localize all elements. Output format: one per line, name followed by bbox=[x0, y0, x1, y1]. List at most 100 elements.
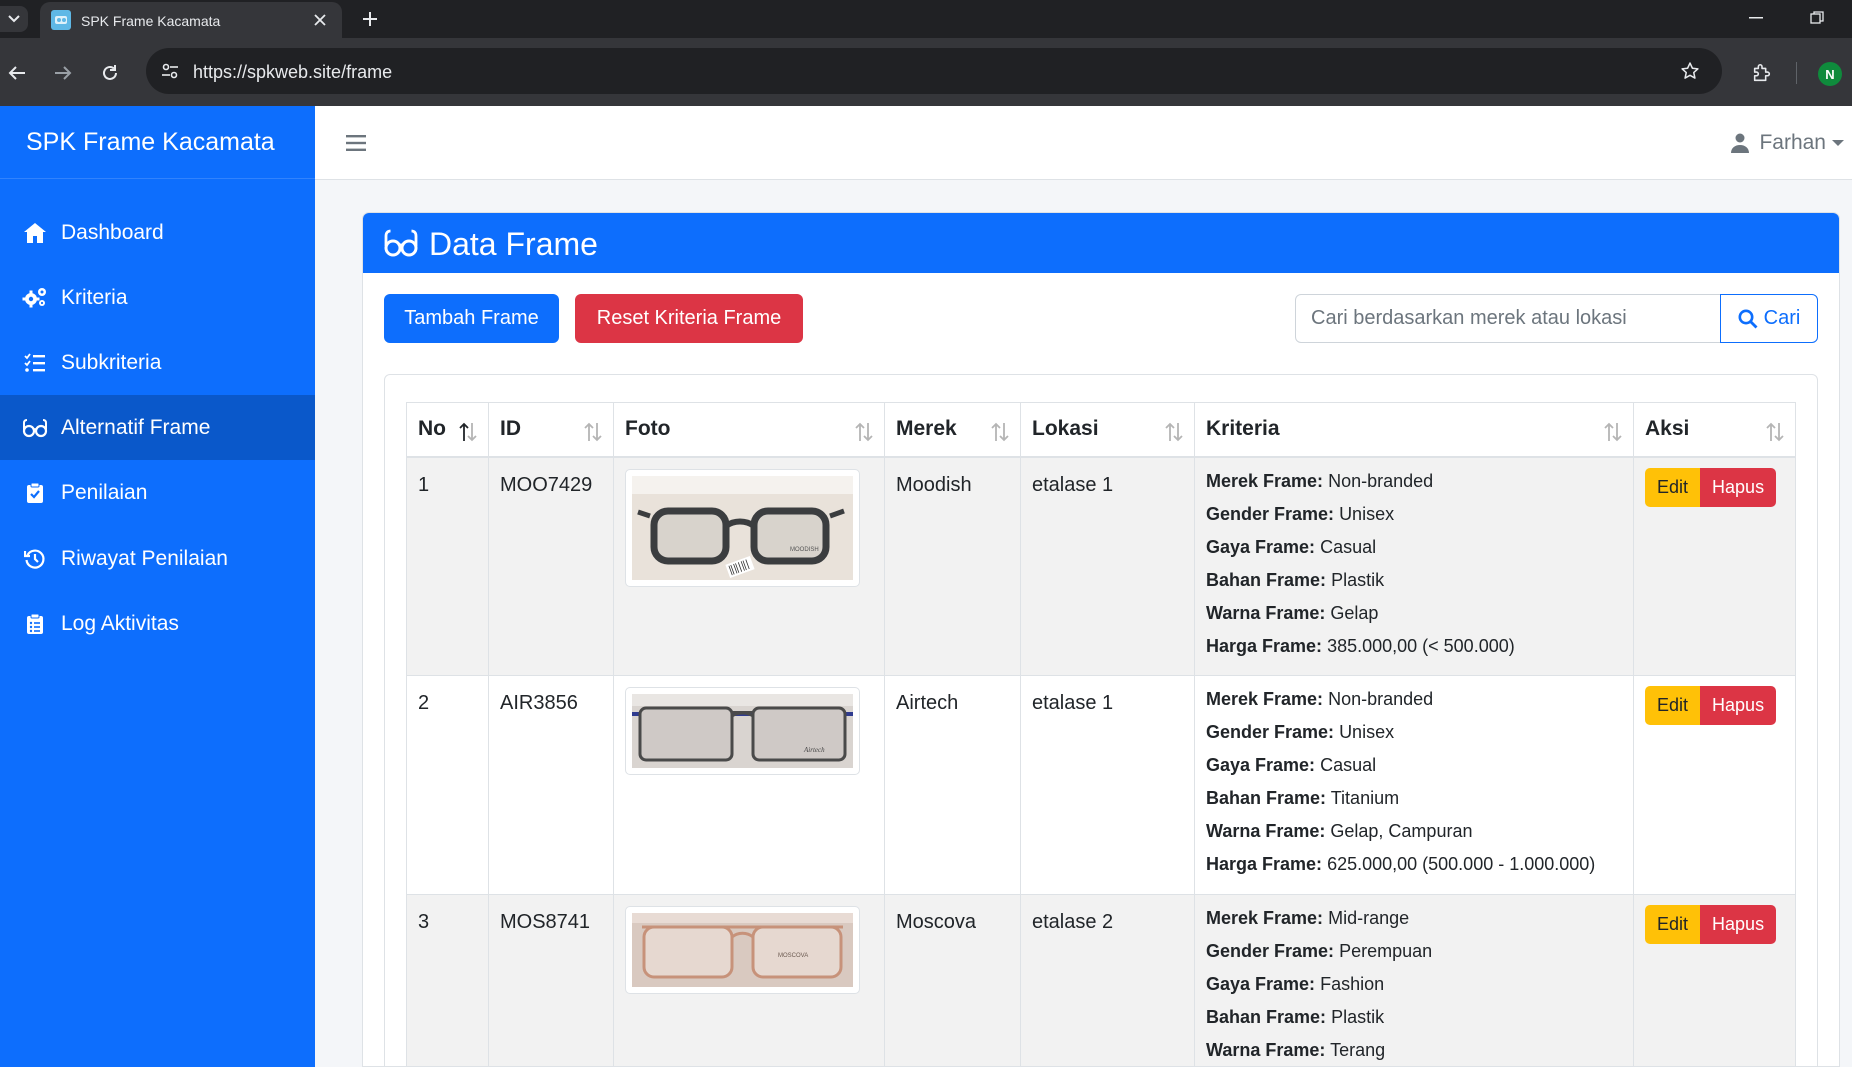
reload-button[interactable] bbox=[96, 59, 124, 87]
search-button-label: Cari bbox=[1763, 307, 1801, 329]
eyeglasses-photo: Airtech bbox=[632, 694, 853, 768]
delete-button[interactable]: Hapus bbox=[1700, 905, 1777, 944]
profile-avatar[interactable]: N bbox=[1818, 62, 1842, 86]
extensions-button[interactable] bbox=[1748, 59, 1776, 87]
criteria-line: Gender Frame: Perempuan bbox=[1206, 941, 1433, 961]
cell-lokasi: etalase 1 bbox=[1020, 456, 1195, 676]
delete-button[interactable]: Hapus bbox=[1700, 467, 1777, 507]
criteria-line: Harga Frame: 625.000,00 (500.000 - 1.000… bbox=[1206, 854, 1596, 874]
table-row: 3 MOS8741 MOSCOVA Moscova etalase 2 Mere… bbox=[406, 894, 1796, 1066]
sidebar-item-subkriteria[interactable]: Subkriteria bbox=[0, 330, 315, 395]
top-navbar: Farhan bbox=[315, 106, 1852, 180]
table-container: No ID Foto Merek Lokasi Kriteria Aksi 1 … bbox=[384, 374, 1818, 1066]
sort-icon bbox=[855, 422, 873, 442]
criteria-line: Merek Frame: Non-branded bbox=[1206, 470, 1434, 491]
address-bar[interactable]: https://spkweb.site/frame bbox=[146, 48, 1722, 94]
cell-aksi: Edit Hapus bbox=[1633, 894, 1796, 1066]
add-frame-button[interactable]: Tambah Frame bbox=[384, 294, 559, 343]
search-input[interactable] bbox=[1295, 294, 1721, 343]
window-minimize-button[interactable] bbox=[1744, 8, 1768, 28]
cell-lokasi: etalase 1 bbox=[1020, 675, 1195, 895]
gears-icon bbox=[22, 285, 48, 311]
column-header-merek[interactable]: Merek bbox=[884, 402, 1021, 458]
search-button[interactable]: Cari bbox=[1720, 294, 1818, 343]
tab-close-button[interactable] bbox=[310, 10, 330, 30]
user-name: Farhan bbox=[1759, 131, 1826, 154]
cell-merek: Airtech bbox=[884, 675, 1021, 895]
sidebar-item-label: Alternatif Frame bbox=[61, 415, 211, 439]
back-button[interactable] bbox=[3, 59, 31, 87]
new-tab-button[interactable] bbox=[358, 7, 382, 31]
sort-icon bbox=[991, 422, 1009, 442]
browser-toolbar: https://spkweb.site/frame N bbox=[0, 38, 1852, 106]
cell-no: 3 bbox=[406, 894, 489, 1066]
forward-button[interactable] bbox=[49, 59, 77, 87]
column-header-id[interactable]: ID bbox=[488, 402, 614, 458]
criteria-line: Bahan Frame: Plastik bbox=[1206, 1007, 1385, 1027]
sidebar-item-alternatif-frame[interactable]: Alternatif Frame bbox=[0, 395, 315, 460]
frame-photo[interactable]: MOODISH bbox=[625, 468, 860, 587]
criteria-line: Gaya Frame: Casual bbox=[1206, 536, 1377, 557]
column-header-no[interactable]: No bbox=[406, 402, 489, 458]
column-header-aksi[interactable]: Aksi bbox=[1633, 402, 1796, 458]
frame-table: No ID Foto Merek Lokasi Kriteria Aksi 1 … bbox=[406, 402, 1796, 1066]
close-icon bbox=[314, 14, 326, 26]
table-header-row: No ID Foto Merek Lokasi Kriteria Aksi bbox=[406, 402, 1796, 458]
minimize-icon bbox=[1749, 17, 1763, 19]
site-info-button[interactable] bbox=[156, 57, 184, 85]
bookmark-button[interactable] bbox=[1678, 59, 1702, 83]
cell-aksi: Edit Hapus bbox=[1633, 675, 1796, 895]
sidebar-item-penilaian[interactable]: Penilaian bbox=[0, 460, 315, 525]
favicon-icon bbox=[51, 10, 71, 30]
frame-photo[interactable]: MOSCOVA bbox=[625, 906, 860, 994]
criteria-line: Gender Frame: Unisex bbox=[1206, 503, 1395, 524]
sidebar-item-label: Kriteria bbox=[61, 285, 128, 309]
cell-id: MOO7429 bbox=[488, 456, 614, 676]
column-header-kriteria[interactable]: Kriteria bbox=[1194, 402, 1634, 458]
tune-icon bbox=[162, 63, 178, 79]
delete-button[interactable]: Hapus bbox=[1700, 686, 1777, 725]
criteria-line: Warna Frame: Gelap, Campuran bbox=[1206, 821, 1473, 841]
sidebar-item-kriteria[interactable]: Kriteria bbox=[0, 265, 315, 330]
card-header: Data Frame bbox=[363, 213, 1839, 273]
clipboard-list-icon bbox=[22, 611, 48, 637]
restore-icon bbox=[1810, 11, 1824, 24]
user-dropdown[interactable]: Farhan bbox=[1731, 128, 1844, 158]
cell-no: 2 bbox=[406, 675, 489, 895]
menu-toggle-button[interactable] bbox=[343, 130, 369, 156]
sidebar-item-log-aktivitas[interactable]: Log Aktivitas bbox=[0, 591, 315, 656]
data-frame-card: Data Frame Tambah Frame Reset Kriteria F… bbox=[362, 212, 1840, 1067]
svg-text:Airtech: Airtech bbox=[803, 746, 825, 754]
sidebar-item-label: Log Aktivitas bbox=[61, 611, 179, 635]
criteria-line: Gaya Frame: Fashion bbox=[1206, 974, 1385, 994]
sidebar-brand[interactable]: SPK Frame Kacamata bbox=[0, 106, 315, 179]
search-icon bbox=[1738, 309, 1758, 328]
column-header-foto[interactable]: Foto bbox=[613, 402, 885, 458]
history-icon bbox=[22, 546, 48, 572]
home-icon bbox=[22, 220, 48, 246]
cell-lokasi: etalase 2 bbox=[1020, 894, 1195, 1066]
cell-kriteria: Merek Frame: Non-branded Gender Frame: U… bbox=[1194, 675, 1634, 895]
frame-photo[interactable]: Airtech bbox=[625, 687, 860, 775]
edit-button[interactable]: Edit bbox=[1645, 467, 1701, 507]
criteria-line: Warna Frame: Terang bbox=[1206, 1040, 1386, 1060]
criteria-line: Harga Frame: 385.000,00 (< 500.000) bbox=[1206, 635, 1515, 656]
glasses-icon bbox=[384, 229, 418, 257]
criteria-line: Merek Frame: Non-branded bbox=[1206, 689, 1434, 709]
criteria-line: Merek Frame: Mid-range bbox=[1206, 908, 1410, 928]
cell-foto: MOODISH bbox=[613, 456, 885, 676]
sidebar-item-riwayat-penilaian[interactable]: Riwayat Penilaian bbox=[0, 526, 315, 591]
tab-search-button[interactable] bbox=[0, 6, 28, 32]
browser-tab[interactable]: SPK Frame Kacamata bbox=[40, 2, 342, 38]
sort-icon bbox=[584, 422, 602, 442]
sidebar-item-dashboard[interactable]: Dashboard bbox=[0, 200, 315, 265]
svg-text:MOSCOVA: MOSCOVA bbox=[778, 953, 808, 959]
column-header-lokasi[interactable]: Lokasi bbox=[1020, 402, 1195, 458]
sidebar-item-label: Subkriteria bbox=[61, 350, 162, 374]
cell-kriteria: Merek Frame: Mid-range Gender Frame: Per… bbox=[1194, 894, 1634, 1066]
edit-button[interactable]: Edit bbox=[1645, 686, 1701, 725]
window-restore-button[interactable] bbox=[1805, 8, 1829, 28]
reset-criteria-button[interactable]: Reset Kriteria Frame bbox=[575, 294, 803, 343]
edit-button[interactable]: Edit bbox=[1645, 905, 1701, 944]
toolbar-separator bbox=[1796, 62, 1797, 84]
